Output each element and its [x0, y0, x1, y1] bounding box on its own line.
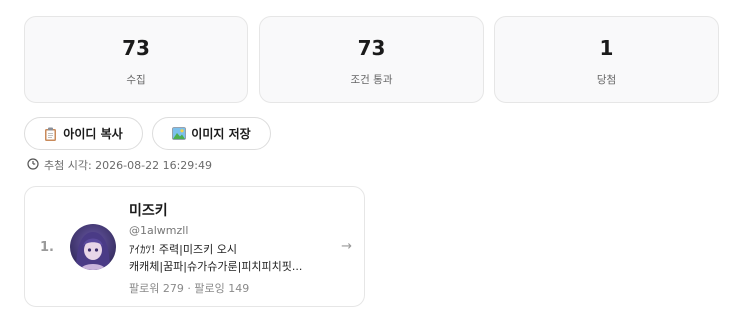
picture-icon [172, 126, 187, 141]
winner-name: 미즈키 [129, 203, 168, 219]
clock-icon [27, 157, 39, 173]
copy-ids-label: 아이디 복사 [63, 127, 123, 141]
draw-time: 추첨 시각: 2026-08-22 16:29:49 [27, 157, 212, 173]
stat-label: 수집 [126, 74, 146, 86]
stat-label: 당첨 [596, 74, 617, 86]
copy-ids-button[interactable]: 아이디 복사 [24, 117, 143, 150]
stat-card-collected: 73 수집 [24, 16, 248, 103]
draw-time-text: 추첨 시각: 2026-08-22 16:29:49 [44, 159, 213, 172]
winner-follow-stats: 팔로워 279 · 팔로잉 149 [129, 282, 250, 295]
stat-card-winners: 1 당첨 [494, 16, 719, 103]
clipboard-icon [44, 127, 57, 141]
winner-rank: 1. [40, 240, 54, 255]
stats-row: 73 수집 73 조건 통과 1 당첨 [24, 16, 719, 103]
winner-card[interactable]: 1. 미즈키 @1alwmzll ｱｲｶﾂ! 주력|미즈키 오시 캐캐체|꿈파|… [24, 186, 365, 307]
stat-value: 73 [122, 36, 150, 60]
save-image-label: 이미지 저장 [191, 127, 251, 141]
winner-bio-line: 캐캐체|꿈파|슈가슈가룬|피치피치핏... [129, 260, 303, 273]
stat-label: 조건 통과 [350, 74, 393, 86]
save-image-button[interactable]: 이미지 저장 [152, 117, 271, 150]
winner-bio-line: ｱｲｶﾂ! 주력|미즈키 오시 [129, 243, 237, 256]
winner-bio: ｱｲｶﾂ! 주력|미즈키 오시 캐캐체|꿈파|슈가슈가룬|피치피치핏... [129, 241, 329, 275]
winner-handle: @1alwmzll [129, 224, 189, 237]
stat-card-passed: 73 조건 통과 [259, 16, 484, 103]
stat-value: 1 [599, 36, 614, 60]
avatar [70, 224, 116, 270]
arrow-right-icon[interactable]: → [341, 239, 352, 254]
stat-value: 73 [357, 36, 386, 60]
